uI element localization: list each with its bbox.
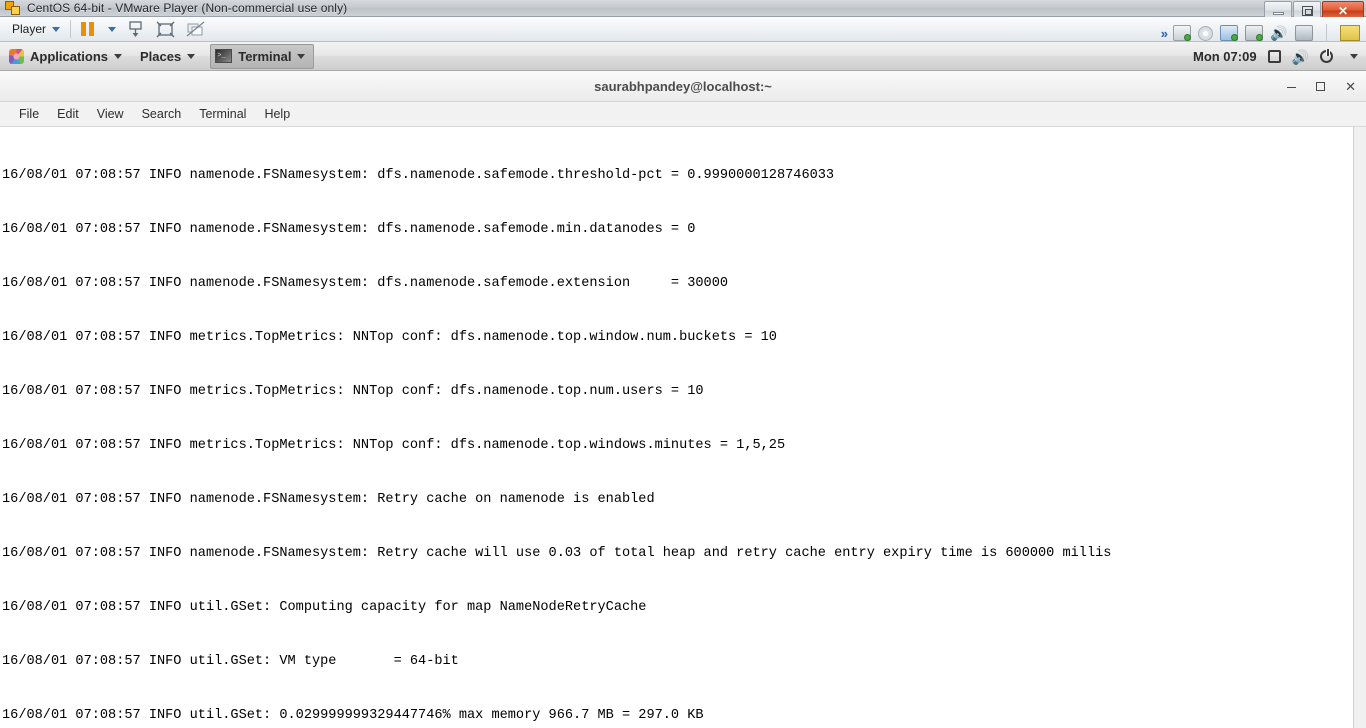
terminal-line: 16/08/01 07:08:57 INFO util.GSet: Comput… [2, 600, 647, 615]
terminal-line: 16/08/01 07:08:57 INFO metrics.TopMetric… [2, 438, 786, 453]
pause-dropdown-button[interactable] [98, 17, 120, 41]
gnome-status-area: Mon 07:09 🔊 [1193, 42, 1358, 71]
panel-clock[interactable]: Mon 07:09 [1193, 49, 1257, 64]
sound-card-icon[interactable]: 🔊 [1270, 25, 1288, 41]
terminal-maximize-button[interactable] [1316, 82, 1326, 91]
terminal-line: 16/08/01 07:08:57 INFO namenode.FSNamesy… [2, 222, 696, 237]
vmware-window-title: CentOS 64-bit - VMware Player (Non-comme… [27, 1, 348, 15]
terminal-close-button[interactable]: ✕ [1345, 80, 1356, 93]
send-ctrl-alt-del-icon [124, 18, 146, 40]
terminal-scrollbar[interactable] [1353, 127, 1366, 728]
terminal-window-controls: ✕ [1287, 71, 1356, 102]
chevron-down-icon [52, 26, 61, 32]
gnome-foot-icon [9, 48, 24, 64]
terminal-line: 16/08/01 07:08:57 INFO metrics.TopMetric… [2, 384, 704, 399]
chevron-down-icon [114, 53, 123, 59]
menu-view[interactable]: View [88, 102, 133, 127]
panel-active-window-terminal[interactable]: >_ Terminal [210, 43, 315, 69]
chevron-down-icon [108, 26, 117, 32]
terminal-window: saurabhpandey@localhost:~ ✕ File Edit Vi… [0, 71, 1366, 728]
notification-icon[interactable] [1267, 50, 1281, 63]
vmware-player-window: CentOS 64-bit - VMware Player (Non-comme… [0, 0, 1366, 728]
cd-dvd-icon[interactable] [1198, 25, 1213, 41]
player-menu-label: Player [12, 22, 47, 36]
user-menu-caret-icon[interactable] [1350, 54, 1358, 59]
terminal-menu-bar: File Edit View Search Terminal Help [0, 102, 1366, 127]
terminal-line: 16/08/01 07:08:57 INFO namenode.FSNamesy… [2, 546, 1112, 561]
terminal-line: 16/08/01 07:08:57 INFO namenode.FSNamesy… [2, 276, 729, 291]
chevron-down-icon [297, 53, 306, 59]
panel-active-window-label: Terminal [238, 48, 292, 64]
terminal-line: 16/08/01 07:08:57 INFO namenode.FSNamesy… [2, 492, 655, 507]
toolbar-divider [70, 20, 72, 38]
usb-icon[interactable] [1295, 25, 1313, 41]
terminal-title-bar: saurabhpandey@localhost:~ ✕ [0, 71, 1366, 102]
applications-menu-label: Applications [30, 48, 109, 64]
unity-mode-button[interactable] [180, 17, 210, 41]
send-ctrl-alt-del-button[interactable] [120, 17, 150, 41]
guest-os-screen: Applications Places >_ Terminal Mon 07:0… [0, 42, 1366, 728]
terminal-line: 16/08/01 07:08:57 INFO metrics.TopMetric… [2, 330, 777, 345]
terminal-output[interactable]: 16/08/01 07:08:57 INFO namenode.FSNamesy… [0, 127, 1366, 728]
fullscreen-icon [154, 18, 176, 40]
places-menu-label: Places [140, 48, 182, 64]
notes-icon[interactable] [1340, 25, 1360, 41]
fullscreen-button[interactable] [150, 17, 180, 41]
vmware-logo-icon [5, 0, 21, 16]
power-icon[interactable] [1320, 49, 1333, 63]
terminal-line: 16/08/01 07:08:57 INFO namenode.FSNamesy… [2, 168, 835, 183]
menu-help[interactable]: Help [255, 102, 299, 127]
terminal-line: 16/08/01 07:08:57 INFO util.GSet: 0.0299… [2, 708, 704, 723]
terminal-line: 16/08/01 07:08:57 INFO util.GSet: VM typ… [2, 654, 459, 669]
chevron-down-icon [187, 53, 196, 59]
applications-menu[interactable]: Applications [0, 42, 131, 70]
places-menu[interactable]: Places [131, 42, 204, 70]
menu-edit[interactable]: Edit [48, 102, 88, 127]
vmware-title-bar: CentOS 64-bit - VMware Player (Non-comme… [0, 0, 1366, 20]
gnome-top-panel: Applications Places >_ Terminal Mon 07:0… [0, 42, 1366, 71]
player-menu-button[interactable]: Player [8, 17, 64, 41]
pause-icon [81, 22, 95, 36]
chevron-double-right-icon[interactable]: » [1161, 26, 1168, 41]
network-adapter-icon[interactable] [1220, 25, 1238, 41]
unity-mode-icon [184, 18, 206, 40]
vmware-toolbar: Player » 🔊 [0, 17, 1366, 42]
menu-terminal[interactable]: Terminal [190, 102, 255, 127]
terminal-window-title: saurabhpandey@localhost:~ [594, 78, 772, 94]
volume-icon[interactable]: 🔊 [1292, 50, 1309, 64]
menu-search[interactable]: Search [133, 102, 191, 127]
tray-divider [1326, 24, 1327, 42]
hard-disk-icon[interactable] [1173, 25, 1191, 41]
menu-file[interactable]: File [10, 102, 48, 127]
terminal-icon: >_ [215, 49, 233, 63]
printer-icon[interactable] [1245, 25, 1263, 41]
pause-button[interactable] [77, 17, 98, 41]
